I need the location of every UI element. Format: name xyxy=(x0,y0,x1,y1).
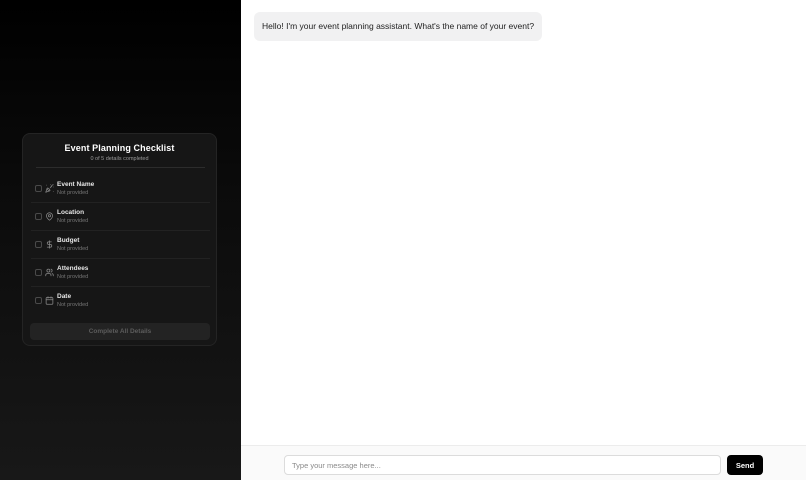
party-popper-icon xyxy=(45,184,54,193)
map-pin-icon xyxy=(45,212,54,221)
send-button[interactable]: Send xyxy=(727,455,763,475)
checkbox[interactable] xyxy=(35,269,42,276)
item-label: Attendees xyxy=(57,265,89,272)
checklist-item-date: Date Not provided xyxy=(31,288,210,315)
checklist-item-event-name: Event Name Not provided xyxy=(31,176,210,203)
message-composer: Send xyxy=(241,445,806,480)
item-status: Not provided xyxy=(57,190,89,196)
item-label: Location xyxy=(57,209,85,216)
checklist-item-attendees: Attendees Not provided xyxy=(31,260,210,287)
item-status: Not provided xyxy=(57,302,89,308)
item-label: Date xyxy=(57,293,72,300)
checklist-sidebar: Event Planning Checklist 0 of 5 details … xyxy=(0,0,241,480)
checklist-item-location: Location Not provided xyxy=(31,204,210,231)
item-status: Not provided xyxy=(57,274,89,280)
divider xyxy=(36,167,205,168)
checkbox[interactable] xyxy=(35,241,42,248)
checklist-item-budget: Budget Not provided xyxy=(31,232,210,259)
complete-all-details-button[interactable]: Complete All Details xyxy=(30,323,210,340)
item-status: Not provided xyxy=(57,218,89,224)
item-label: Event Name xyxy=(57,181,95,188)
calendar-icon xyxy=(45,296,54,305)
checkbox[interactable] xyxy=(35,185,42,192)
checkbox[interactable] xyxy=(35,297,42,304)
chat-panel: Hello! I'm your event planning assistant… xyxy=(241,0,806,480)
dollar-sign-icon xyxy=(45,240,54,249)
checkbox[interactable] xyxy=(35,213,42,220)
assistant-message: Hello! I'm your event planning assistant… xyxy=(254,12,543,41)
item-status: Not provided xyxy=(57,246,89,252)
users-icon xyxy=(45,268,54,277)
checklist-progress: 0 of 5 details completed xyxy=(90,156,149,162)
item-label: Budget xyxy=(57,237,80,244)
message-input[interactable] xyxy=(284,455,721,475)
checklist-title: Event Planning Checklist xyxy=(64,143,175,153)
checklist-card: Event Planning Checklist 0 of 5 details … xyxy=(22,133,217,346)
